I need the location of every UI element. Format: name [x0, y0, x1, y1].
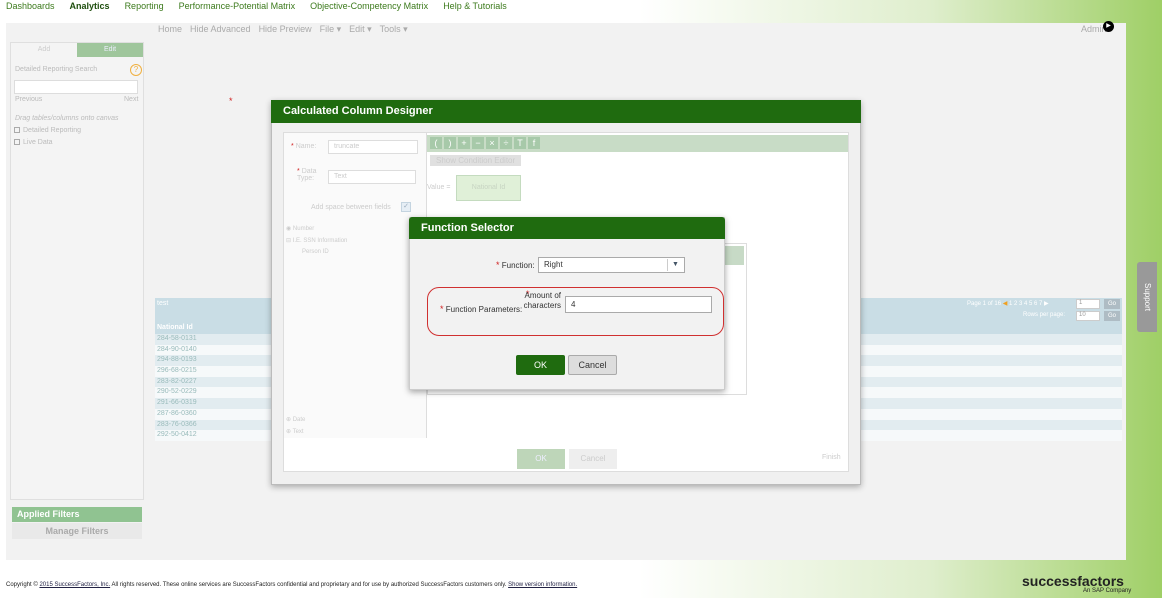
- column-header[interactable]: National Id: [157, 324, 193, 331]
- operator-buttons: ( ) + − × ÷ T f: [430, 137, 540, 149]
- nav-dashboards[interactable]: Dashboards: [6, 0, 55, 14]
- previous-link[interactable]: Previous: [15, 96, 42, 103]
- left-panel: [10, 42, 144, 500]
- version-info-link[interactable]: Show version information.: [508, 582, 577, 588]
- value-label: Value =: [427, 184, 451, 191]
- function-select[interactable]: Right: [538, 257, 685, 273]
- data-type-select[interactable]: Text: [328, 170, 416, 184]
- ok-button[interactable]: OK: [516, 355, 565, 375]
- play-icon[interactable]: ▶: [1103, 21, 1114, 32]
- go-button[interactable]: Go: [1104, 299, 1120, 309]
- dialog-title: Calculated Column Designer: [271, 100, 861, 123]
- nav-performance-potential-matrix[interactable]: Performance-Potential Matrix: [179, 0, 296, 14]
- checkbox-icon: [14, 139, 20, 146]
- applied-filters-header[interactable]: Applied Filters: [12, 507, 142, 522]
- tab-add[interactable]: Add: [11, 43, 77, 57]
- data-type-label: * Data Type:: [297, 168, 317, 182]
- close-paren-button[interactable]: ): [444, 137, 456, 149]
- required-marker: *: [229, 96, 233, 106]
- support-tab[interactable]: Support: [1137, 262, 1157, 332]
- tab-edit[interactable]: Edit: [77, 43, 143, 57]
- manage-filters-button[interactable]: Manage Filters: [12, 523, 142, 539]
- cancel-button[interactable]: Cancel: [568, 355, 617, 375]
- top-navigation: Dashboards Analytics Reporting Performan…: [0, 0, 1162, 14]
- nav-analytics[interactable]: Analytics: [70, 0, 110, 14]
- left-panel-tabs: Add Edit: [11, 43, 143, 57]
- designer-cancel-button[interactable]: Cancel: [569, 449, 617, 469]
- plus-button[interactable]: +: [458, 137, 470, 149]
- function-parameters-label: * Function Parameters:: [440, 304, 523, 314]
- tree-item-date[interactable]: ⊕ Date: [286, 416, 305, 423]
- hide-preview-link[interactable]: Hide Preview: [259, 24, 312, 35]
- list-item[interactable]: Detailed Reporting: [14, 127, 81, 134]
- amount-of-characters-label: Amount of characters: [523, 291, 561, 310]
- footer-copyright: Copyright © 2015 SuccessFactors, Inc. Al…: [6, 582, 578, 588]
- show-condition-editor-button[interactable]: Show Condition Editor: [430, 155, 522, 166]
- minus-button[interactable]: −: [472, 137, 484, 149]
- go-button[interactable]: Go: [1104, 311, 1120, 321]
- company-link[interactable]: 2015 SuccessFactors, Inc.: [39, 582, 110, 588]
- preview-title: test: [157, 300, 169, 307]
- chevron-down-icon[interactable]: ▼: [667, 259, 683, 271]
- nav-reporting[interactable]: Reporting: [125, 0, 164, 14]
- successfactors-logo: successfactors: [1022, 573, 1124, 589]
- tools-menu[interactable]: Tools ▾: [380, 24, 408, 35]
- multiply-button[interactable]: ×: [486, 137, 498, 149]
- value-token[interactable]: National Id: [456, 175, 521, 201]
- function-label: * Function:: [496, 260, 535, 270]
- nav-objective-competency-matrix[interactable]: Objective-Competency Matrix: [310, 0, 428, 14]
- rows-per-page-input[interactable]: 10: [1076, 311, 1100, 321]
- dialog-title: Function Selector: [409, 217, 725, 239]
- list-item-label: Live Data: [23, 139, 53, 146]
- help-icon[interactable]: ?: [130, 64, 142, 76]
- page-input[interactable]: 1: [1076, 299, 1100, 309]
- open-paren-button[interactable]: (: [430, 137, 442, 149]
- edit-menu[interactable]: Edit ▾: [349, 24, 372, 35]
- next-link[interactable]: Next: [124, 96, 138, 103]
- drag-hint: Drag tables/columns onto canvas: [15, 115, 119, 122]
- function-button[interactable]: f: [528, 137, 540, 149]
- stacked-dialog-header: [722, 246, 744, 265]
- designer-ok-button[interactable]: OK: [517, 449, 565, 469]
- tree-item-text[interactable]: ⊕ Text: [286, 428, 304, 435]
- list-item-label: Detailed Reporting: [23, 127, 81, 134]
- logo-subtitle: An SAP Company: [1083, 588, 1132, 594]
- text-button[interactable]: T: [514, 137, 526, 149]
- page-info: Page 1 of 16 ◀ 1 2 3 4 5 6 7 ▶: [967, 301, 1049, 307]
- name-label: * Name:: [291, 143, 317, 150]
- hide-advanced-link[interactable]: Hide Advanced: [190, 24, 251, 35]
- rows-per-page-label: Rows per page:: [1023, 312, 1066, 318]
- nav-help-tutorials[interactable]: Help & Tutorials: [443, 0, 507, 14]
- file-menu[interactable]: File ▾: [320, 24, 342, 35]
- list-item[interactable]: Live Data: [14, 139, 53, 146]
- add-space-checkbox[interactable]: ✓: [401, 202, 411, 212]
- search-input[interactable]: [14, 80, 138, 94]
- checkbox-icon: [14, 127, 20, 134]
- home-link[interactable]: Home: [158, 24, 182, 35]
- add-space-label: Add space between fields: [311, 204, 391, 211]
- tree-item-number[interactable]: ◉ Number: [286, 225, 314, 232]
- report-toolbar: Home Hide Advanced Hide Preview File ▾ E…: [158, 24, 408, 35]
- amount-of-characters-input[interactable]: 4: [565, 296, 712, 313]
- search-label: Detailed Reporting Search: [15, 66, 98, 73]
- divide-button[interactable]: ÷: [500, 137, 512, 149]
- tree-item-person-id[interactable]: Person ID: [302, 249, 329, 255]
- name-input[interactable]: truncate: [328, 140, 418, 154]
- finish-button[interactable]: Finish: [822, 454, 841, 461]
- tree-item-ssn[interactable]: ⊟ I.E. SSN Information: [286, 237, 347, 244]
